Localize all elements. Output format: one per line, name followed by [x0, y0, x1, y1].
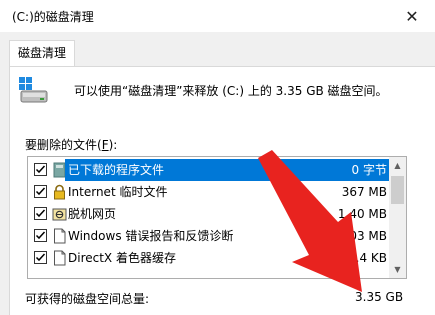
file-name: DirectX 着色器缓存	[68, 251, 176, 265]
info-text: 可以使用“磁盘清理”来释放 (C:) 上的 3.35 GB 磁盘空间。	[74, 84, 388, 98]
checkbox[interactable]	[34, 207, 47, 220]
checkbox[interactable]	[34, 163, 47, 176]
file-row-windows-error-reports[interactable]: Windows 错误报告和反馈诊断 1.03 MB	[28, 225, 390, 247]
disk-cleanup-panel: 可以使用“磁盘清理”来释放 (C:) 上的 3.35 GB 磁盘空间。 要删除的…	[9, 66, 435, 315]
file-size: 0 字节	[351, 159, 390, 181]
checkbox[interactable]	[34, 251, 47, 264]
file-row-directx-cache[interactable]: DirectX 着色器缓存 66.4 KB	[28, 247, 390, 269]
file-size: 66.4 KB	[340, 251, 387, 265]
total-space-label: 可获得的磁盘空间总量:	[25, 292, 150, 306]
list-scrollbar[interactable]: ▲ ▼	[389, 157, 406, 278]
tab-bar: 磁盘清理	[0, 32, 435, 66]
title-bar: (C:)的磁盘清理 ✕	[0, 0, 435, 32]
tab-disk-cleanup[interactable]: 磁盘清理	[9, 40, 76, 66]
scrollbar-thumb[interactable]	[391, 176, 404, 204]
files-label-prefix: 要删除的文件(	[25, 138, 102, 152]
file-row-offline-pages[interactable]: 脱机网页 1.40 MB	[28, 203, 390, 225]
file-size: 367 MB	[341, 185, 387, 199]
file-row-internet-temp[interactable]: Internet 临时文件 367 MB	[28, 181, 390, 203]
files-label-accel: F	[101, 138, 109, 152]
file-name: 已下载的程序文件	[65, 159, 392, 181]
files-label-suffix: ):	[108, 138, 118, 152]
window-title: (C:)的磁盘清理	[12, 10, 94, 24]
files-list[interactable]: 已下载的程序文件 0 字节 Internet 临时文件 367 MB 脱机网页 …	[27, 156, 407, 279]
file-name: Windows 错误报告和反馈诊断	[68, 229, 234, 243]
files-to-delete-label: 要删除的文件(F):	[25, 136, 117, 153]
close-icon: ✕	[405, 6, 419, 26]
total-space-value: 3.35 GB	[355, 290, 404, 304]
checkbox[interactable]	[34, 185, 47, 198]
file-size: 1.03 MB	[337, 229, 387, 243]
checkbox[interactable]	[34, 229, 47, 242]
close-button[interactable]: ✕	[389, 0, 435, 32]
file-row-downloaded-programs[interactable]: 已下载的程序文件 0 字节	[28, 159, 392, 181]
file-size: 1.40 MB	[337, 207, 387, 221]
scroll-down-arrow-icon[interactable]: ▼	[389, 261, 406, 278]
disk-cleanup-drive-icon	[19, 77, 48, 103]
file-name: Internet 临时文件	[68, 185, 168, 199]
scroll-up-arrow-icon[interactable]: ▲	[389, 157, 406, 174]
file-name: 脱机网页	[68, 207, 117, 221]
